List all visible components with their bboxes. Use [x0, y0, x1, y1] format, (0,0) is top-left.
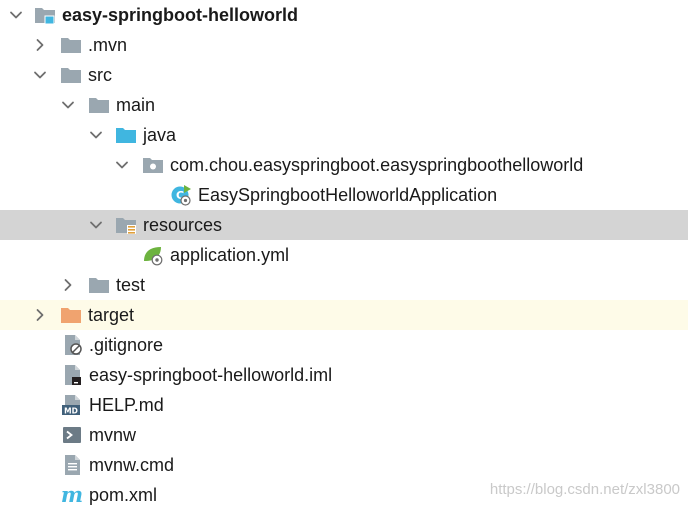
tree-label-iml: easy-springboot-helloworld.iml [89, 365, 333, 385]
tree-row-iml[interactable]: easy-springboot-helloworld.iml [0, 360, 688, 390]
spring-config-icon [142, 244, 164, 266]
tree-row-app-yml[interactable]: application.yml [0, 240, 688, 270]
tree-label-mvnw-cmd: mvnw.cmd [89, 455, 175, 475]
tree-row-main[interactable]: main [0, 90, 688, 120]
maven-icon: m [60, 484, 83, 506]
tree-label-src: src [88, 65, 112, 85]
tree-label-main: main [116, 95, 156, 115]
tree-row-resources[interactable]: resources [0, 210, 688, 240]
folder-icon [60, 64, 82, 86]
chevron-right-icon[interactable] [60, 277, 76, 293]
tree-row-mvnw[interactable]: mvnw [0, 420, 688, 450]
package-icon [142, 154, 164, 176]
tree-row-gitignore[interactable]: .gitignore [0, 330, 688, 360]
tree-label-test: test [116, 275, 146, 295]
tree-row-app-class[interactable]: C EasySpringbootHelloworldApplication [0, 180, 688, 210]
tree-label-java: java [143, 125, 177, 145]
chevron-down-icon[interactable] [60, 97, 76, 113]
tree-label-help: HELP.md [89, 395, 164, 415]
module-folder-icon [34, 4, 56, 26]
chevron-down-icon[interactable] [114, 157, 130, 173]
svg-text:m: m [61, 484, 83, 506]
excluded-folder-icon [60, 304, 82, 326]
folder-icon [88, 94, 110, 116]
tree-row-test[interactable]: test [0, 270, 688, 300]
tree-row-src[interactable]: src [0, 60, 688, 90]
watermark: https://blog.csdn.net/zxl3800 [489, 481, 680, 498]
project-name-label: easy-springboot-helloworld [62, 5, 299, 25]
shell-script-icon [62, 424, 84, 446]
tree-row-java[interactable]: java [0, 120, 688, 150]
tree-row-project[interactable]: easy-springboot-helloworld [0, 0, 688, 30]
spring-boot-class-icon: C [170, 184, 192, 206]
tree-label-app-yml: application.yml [170, 245, 290, 265]
chevron-down-icon[interactable] [88, 217, 104, 233]
tree-label-gitignore: .gitignore [89, 335, 164, 355]
chevron-right-icon[interactable] [32, 307, 48, 323]
tree-label-mvnw: mvnw [89, 425, 137, 445]
chevron-down-icon[interactable] [8, 7, 24, 23]
source-folder-icon [115, 124, 137, 146]
markdown-file-icon: MD [62, 394, 84, 416]
chevron-right-icon[interactable] [32, 37, 48, 53]
tree-row-help[interactable]: MD HELP.md [0, 390, 688, 420]
tree-row-mvn[interactable]: .mvn [0, 30, 688, 60]
tree-label-pom: pom.xml [89, 485, 158, 505]
tree-label-target: target [88, 305, 135, 325]
tree-label-app-class: EasySpringbootHelloworldApplication [198, 185, 498, 205]
chevron-down-icon[interactable] [32, 67, 48, 83]
svg-text:MD: MD [64, 407, 78, 416]
tree-row-package[interactable]: com.chou.easyspringboot.easyspringboothe… [0, 150, 688, 180]
resources-folder-icon [115, 214, 137, 236]
chevron-down-icon[interactable] [88, 127, 104, 143]
tree-row-mvnw-cmd[interactable]: mvnw.cmd [0, 450, 688, 480]
tree-label-mvn: .mvn [88, 35, 128, 55]
ignore-file-icon [62, 334, 84, 356]
module-file-icon [62, 364, 84, 386]
tree-label-resources: resources [143, 215, 223, 235]
tree-row-target[interactable]: target [0, 300, 688, 330]
text-file-icon [62, 454, 84, 476]
tree-label-package: com.chou.easyspringboot.easyspringboothe… [170, 155, 584, 175]
project-tree: easy-springboot-helloworld .mvn src main [0, 0, 688, 510]
folder-icon [88, 274, 110, 296]
folder-icon [60, 34, 82, 56]
